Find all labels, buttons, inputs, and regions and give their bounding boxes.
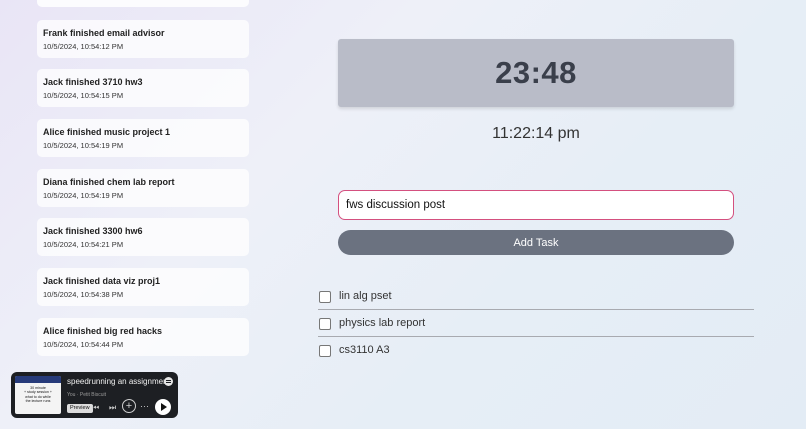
album-thumbnail[interactable]: 30 minute + study session + what to do w…	[15, 376, 61, 414]
feed-item-time: 10/5/2024, 10:54:15 PM	[43, 91, 124, 100]
task-label: physics lab report	[339, 317, 426, 329]
feed-item-text: Alice finished big red hacks	[43, 326, 163, 336]
skip-back-icon[interactable]: ⏮	[92, 403, 99, 413]
preview-badge: Preview	[67, 404, 93, 413]
feed-item: Jack finished 3710 hw3 10/5/2024, 10:54:…	[37, 69, 249, 107]
task-label: cs3110 A3	[339, 344, 390, 356]
clock-time: 11:22:14 pm	[492, 125, 580, 142]
track-title[interactable]: speedrunning an assignment	[67, 377, 170, 386]
more-options-icon[interactable]: ···	[140, 401, 149, 411]
feed-top-card	[37, 0, 249, 7]
feed-item: Frank finished email advisor 10/5/2024, …	[37, 20, 249, 58]
task-checkbox[interactable]	[319, 345, 331, 357]
task-divider	[318, 309, 754, 310]
feed-item-text: Jack finished data viz proj1	[43, 276, 161, 286]
task-input[interactable]	[338, 190, 734, 220]
task-checkbox[interactable]	[319, 291, 331, 303]
feed-item: Alice finished big red hacks 10/5/2024, …	[37, 318, 249, 356]
timer-value: 23:48	[495, 55, 577, 90]
thumbnail-banner	[15, 376, 61, 383]
feed-item-time: 10/5/2024, 10:54:44 PM	[43, 340, 124, 349]
feed-item: Alice finished music project 1 10/5/2024…	[37, 119, 249, 157]
feed-item-text: Jack finished 3710 hw3	[43, 77, 143, 87]
task-label: lin alg pset	[339, 290, 392, 302]
thumbnail-text: 30 minute + study session + what to do w…	[24, 386, 52, 404]
task-checkbox[interactable]	[319, 318, 331, 330]
feed-item-text: Jack finished 3300 hw6	[43, 226, 143, 236]
skip-forward-icon[interactable]: ⏭	[109, 403, 116, 413]
task-item: physics lab report	[318, 317, 754, 344]
task-divider	[318, 336, 754, 337]
task-item: lin alg pset	[318, 290, 754, 317]
feed-item-time: 10/5/2024, 10:54:12 PM	[43, 42, 124, 51]
feed-item-time: 10/5/2024, 10:54:19 PM	[43, 191, 124, 200]
add-icon[interactable]: +	[122, 399, 136, 413]
timer-display: 23:48	[338, 39, 734, 107]
feed-item-time: 10/5/2024, 10:54:38 PM	[43, 290, 124, 299]
feed-item-text: Alice finished music project 1	[43, 127, 171, 137]
play-button[interactable]	[155, 399, 171, 415]
feed-item-text: Frank finished email advisor	[43, 28, 165, 38]
spotify-logo-icon[interactable]	[164, 377, 173, 386]
track-artist[interactable]: You · Petit Biscuit	[67, 392, 106, 398]
feed-item-time: 10/5/2024, 10:54:19 PM	[43, 141, 124, 150]
feed-item: Jack finished data viz proj1 10/5/2024, …	[37, 268, 249, 306]
feed-item-time: 10/5/2024, 10:54:21 PM	[43, 240, 124, 249]
feed-item: Jack finished 3300 hw6 10/5/2024, 10:54:…	[37, 218, 249, 256]
feed-item-text: Diana finished chem lab report	[43, 177, 175, 187]
feed-item: Diana finished chem lab report 10/5/2024…	[37, 169, 249, 207]
task-item: cs3110 A3	[318, 344, 754, 371]
add-task-button[interactable]: Add Task	[338, 230, 734, 255]
